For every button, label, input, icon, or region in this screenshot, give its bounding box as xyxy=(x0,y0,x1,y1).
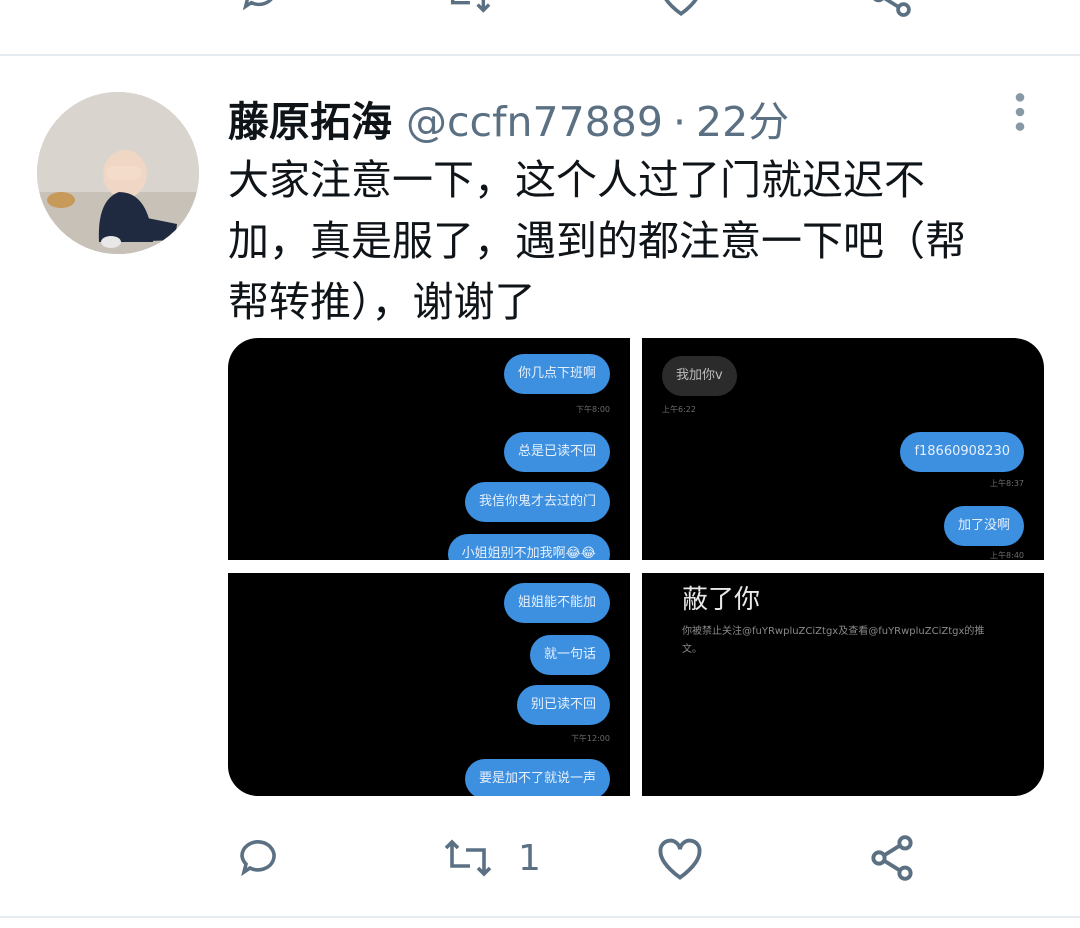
chat-timestamp: 下午8:00 xyxy=(576,405,610,414)
chat-bubble: 我信你鬼才去过的门 xyxy=(464,482,610,522)
chat-bubble: 姐姐能不能加 xyxy=(503,583,610,623)
reply-icon xyxy=(240,840,276,877)
prev-retweet-icon[interactable] xyxy=(440,0,496,18)
chat-timestamp: 上午6:22 xyxy=(662,405,696,414)
bottom-divider xyxy=(0,916,1080,918)
chat-bubble: 就一句话 xyxy=(529,635,610,675)
chat-bubble: f18660908230 xyxy=(900,432,1024,472)
prev-like-icon[interactable] xyxy=(656,0,706,18)
like-button[interactable] xyxy=(654,832,728,884)
chat-timestamp: 上午8:40 xyxy=(990,551,1024,560)
user-handle[interactable]: @ccfn77889 xyxy=(406,98,663,146)
more-options-icon[interactable] xyxy=(1006,92,1034,132)
prev-share-icon[interactable] xyxy=(866,0,916,18)
display-name[interactable]: 藤原拓海 xyxy=(228,88,392,148)
tweet-header: 藤原拓海 @ccfn77889 · 22分 xyxy=(228,88,789,146)
chat-bubble: 加了没啊 xyxy=(943,506,1024,546)
retweet-count: 1 xyxy=(518,837,541,879)
chat-timestamp: 上午8:37 xyxy=(990,479,1024,488)
chat-timestamp: 下午12:00 xyxy=(570,734,610,743)
tweet-image-4[interactable]: 蔽了你 你被禁止关注@fuYRwpluZCiZtgx及查看@fuYRwpluZC… xyxy=(642,573,1044,796)
separator-dot: · xyxy=(672,98,686,146)
blocked-message: 你被禁止关注@fuYRwpluZCiZtgx及查看@fuYRwpluZCiZtg… xyxy=(682,626,985,655)
blocked-title: 蔽了你 xyxy=(682,585,761,615)
tweet-image-3[interactable]: 姐姐能不能加 就一句话 别已读不回 下午12:00 要是加不了就说一声 xyxy=(228,573,630,796)
heart-icon xyxy=(658,838,702,880)
retweet-icon xyxy=(444,839,492,877)
timestamp[interactable]: 22分 xyxy=(696,88,789,148)
prev-reply-icon[interactable] xyxy=(236,0,282,16)
chat-bubble: 你几点下班啊 xyxy=(503,354,610,394)
chat-bubble-incoming: 我加你v xyxy=(662,356,737,396)
top-divider xyxy=(0,54,1080,56)
chat-bubble: 小姐姐别不加我啊😂😂 xyxy=(447,534,610,560)
tweet-image-2[interactable]: 我加你v 上午6:22 f18660908230 上午8:37 加了没啊 上午8… xyxy=(642,338,1044,560)
tweet-text: 大家注意一下，这个人过了门就迟迟不 加，真是服了，遇到的都注意一下吧（帮 帮转推… xyxy=(228,156,966,326)
chat-bubble: 要是加不了就说一声 xyxy=(464,759,610,796)
tweet-image-1[interactable]: 你几点下班啊 下午8:00 总是已读不回 我信你鬼才去过的门 小姐姐别不加我啊😂… xyxy=(228,338,630,560)
share-icon xyxy=(871,835,913,881)
retweet-button[interactable]: 1 xyxy=(440,832,541,884)
reply-button[interactable] xyxy=(234,832,304,884)
chat-bubble: 总是已读不回 xyxy=(503,432,610,472)
avatar[interactable] xyxy=(37,92,199,254)
share-button[interactable] xyxy=(866,832,940,884)
chat-bubble: 别已读不回 xyxy=(516,685,610,725)
avatar-image xyxy=(37,92,199,254)
